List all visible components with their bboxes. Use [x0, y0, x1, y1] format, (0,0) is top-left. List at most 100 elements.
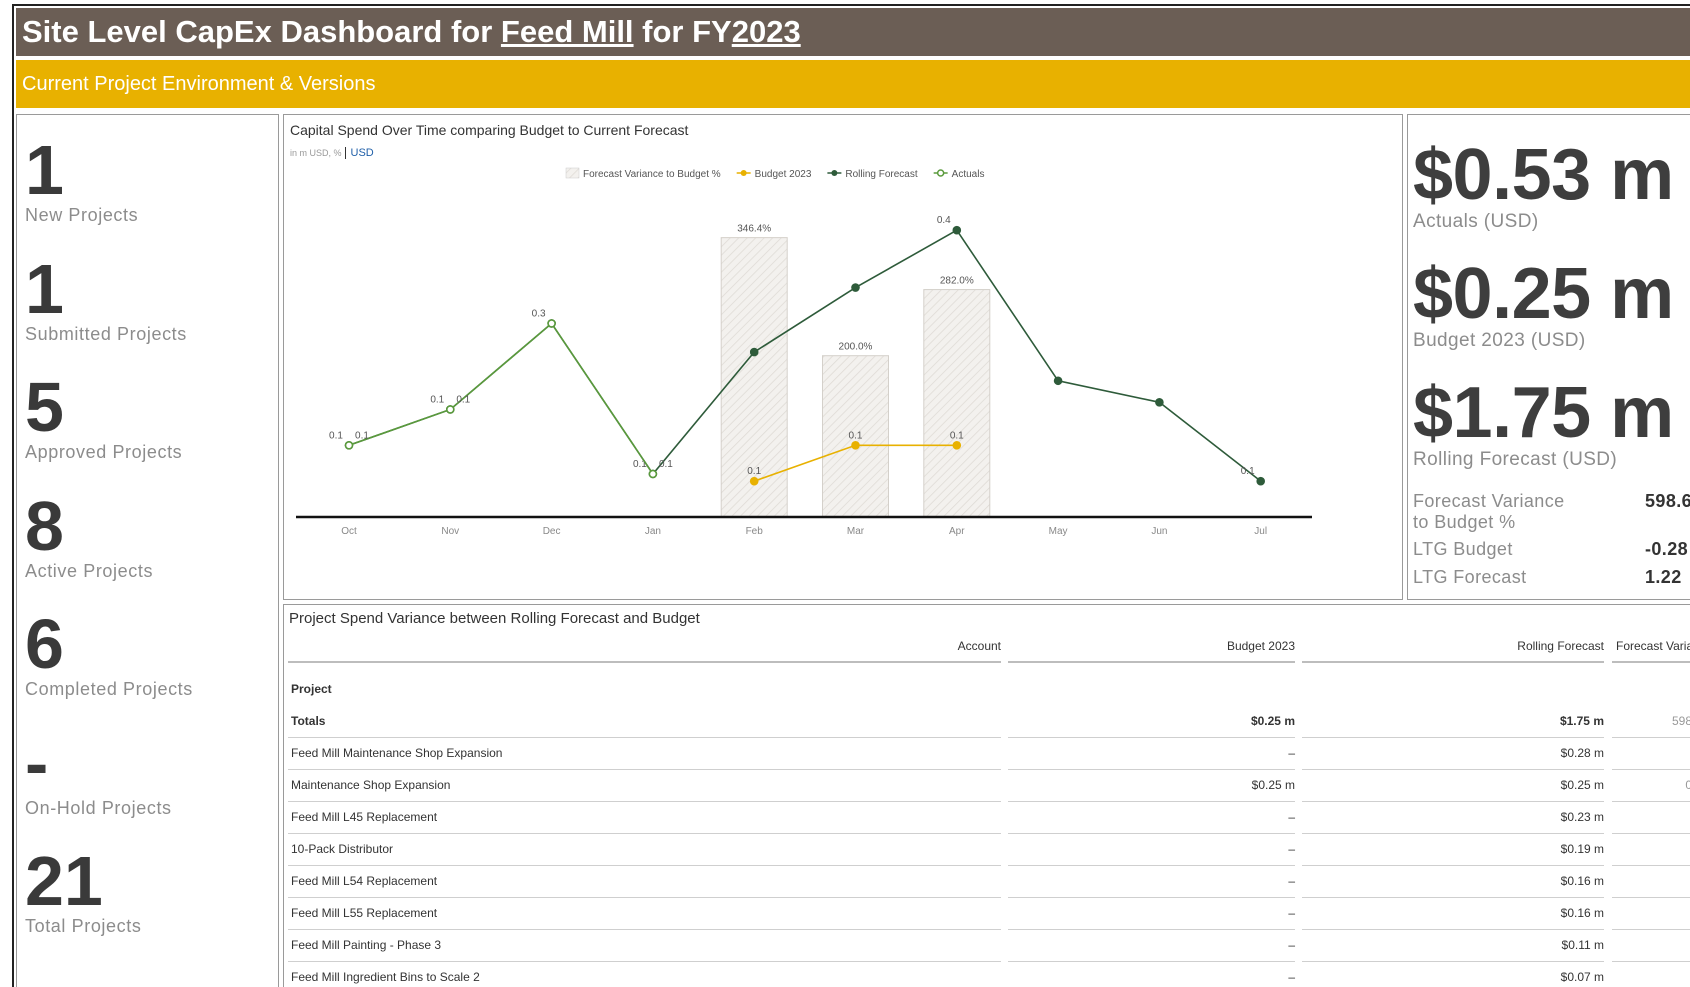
budget-kpi[interactable]: $0.25 m Budget 2023 (USD)	[1413, 258, 1674, 352]
column-header-forecast[interactable]: Rolling Forecast	[1302, 639, 1604, 663]
data-label: 0.1	[633, 459, 647, 470]
kpi-value: -	[25, 724, 49, 802]
kpi-label: Total Projects	[25, 916, 142, 936]
variance-row: Forecast Variance to Budget %	[1413, 491, 1583, 533]
data-point	[952, 440, 962, 450]
x-tick-label: Apr	[949, 526, 965, 537]
column-header-budget[interactable]: Budget 2023	[1008, 639, 1295, 663]
forecast-value: $1.75 m	[1413, 373, 1674, 453]
variance-cell: 0.0	[1612, 770, 1690, 802]
ltg-budget-label: LTG Budget	[1413, 539, 1513, 559]
legend-label: Budget 2023	[755, 169, 812, 180]
data-point	[344, 440, 354, 450]
table-row[interactable]: Totals$0.25 m$1.75 m598.6	[284, 706, 1690, 738]
budget-cell: –	[1008, 866, 1295, 898]
project-name-cell: Feed Mill L54 Replacement	[288, 866, 1001, 898]
x-tick-label: Oct	[341, 526, 357, 537]
kpi-value: 1	[25, 131, 64, 209]
forecast-cell: $0.07 m	[1302, 962, 1604, 987]
capital-spend-chart[interactable]: Capital Spend Over Time comparing Budget…	[283, 114, 1403, 600]
data-point	[446, 405, 455, 414]
project-name-cell: Feed Mill Ingredient Bins to Scale 2	[288, 962, 1001, 987]
kpi-active-projects[interactable]: 8 Active Projects	[25, 491, 153, 582]
data-label: 0.1	[355, 430, 369, 441]
data-label: 0.1	[1241, 466, 1255, 477]
variance-cell	[1612, 962, 1690, 987]
year-filter-link[interactable]: 2023	[732, 14, 801, 49]
forecast-cell: $0.23 m	[1302, 802, 1604, 834]
site-filter-link[interactable]: Feed Mill	[501, 14, 634, 49]
x-tick-label: Jul	[1254, 526, 1267, 537]
title-mid: for FY	[633, 14, 732, 49]
budget-cell: –	[1008, 802, 1295, 834]
data-label: 0.1	[659, 459, 673, 470]
budget-cell: $0.25 m	[1008, 770, 1295, 802]
project-dimension-label[interactable]: Project	[288, 674, 1001, 706]
x-tick-label: May	[1049, 526, 1068, 537]
table-row[interactable]: Feed Mill Painting - Phase 3– $0.11 m	[284, 930, 1690, 962]
actuals-kpi[interactable]: $0.53 m Actuals (USD)	[1413, 139, 1674, 233]
kpi-total-projects[interactable]: 21 Total Projects	[25, 846, 141, 937]
data-point	[1053, 376, 1063, 386]
title-prefix: Site Level CapEx Dashboard for	[22, 14, 501, 49]
table-row[interactable]: Feed Mill Ingredient Bins to Scale 2– $0.…	[284, 962, 1690, 987]
table-row[interactable]: Feed Mill L55 Replacement – $0.16 m	[284, 898, 1690, 930]
variance-cell	[1612, 930, 1690, 962]
forecast-cell: $0.16 m	[1302, 898, 1604, 930]
kpi-completed-projects[interactable]: 6 Completed Projects	[25, 609, 193, 700]
project-name-cell: Maintenance Shop Expansion	[288, 770, 1001, 802]
variance-cell	[1612, 738, 1690, 770]
kpi-label: Submitted Projects	[25, 324, 187, 344]
variance-cell	[1612, 866, 1690, 898]
ltg-forecast-label: LTG Forecast	[1413, 567, 1527, 587]
actuals-value: $0.53 m	[1413, 135, 1674, 215]
budget-value: $0.25 m	[1413, 254, 1674, 334]
data-point	[547, 319, 556, 328]
table-row[interactable]: Feed Mill L45 Replacement – $0.23 m	[284, 802, 1690, 834]
data-label: 0.1	[329, 430, 343, 441]
variance-cell: 598.6	[1612, 706, 1690, 738]
project-count-panel: 1 New Projects 1 Submitted Projects 5 Ap…	[16, 114, 279, 987]
kpi-label: Completed Projects	[25, 679, 193, 699]
x-tick-label: Jun	[1151, 526, 1167, 537]
kpi-new-projects[interactable]: 1 New Projects	[25, 135, 138, 226]
project-name-cell: Feed Mill L45 Replacement	[288, 802, 1001, 834]
table-group-header: Project	[284, 674, 1690, 706]
data-label: 0.1	[456, 394, 470, 405]
project-name-cell: Feed Mill Painting - Phase 3	[288, 930, 1001, 962]
forecast-kpi[interactable]: $1.75 m Rolling Forecast (USD)	[1413, 377, 1674, 471]
section-header: Current Project Environment & Versions	[16, 60, 1690, 108]
table-row[interactable]: 10-Pack Distributor – $0.19 m	[284, 834, 1690, 866]
data-point	[851, 440, 860, 450]
chart-canvas[interactable]: Forecast Variance to Budget % Budget 2023…	[284, 115, 1402, 599]
kpi-label: New Projects	[25, 205, 139, 225]
project-name-cell: Feed Mill Maintenance Shop Expansion	[288, 738, 1001, 770]
data-point	[1155, 397, 1164, 407]
bar-data-label: 282.0%	[940, 276, 974, 287]
forecast-cell: $0.19 m	[1302, 834, 1604, 866]
legend-swatch	[565, 167, 580, 179]
data-label: 0.3	[532, 308, 546, 319]
project-name-cell: Totals	[288, 706, 1001, 738]
column-header-account[interactable]: Account	[288, 639, 1001, 663]
kpi-label: Approved Projects	[25, 442, 183, 462]
kpi-submitted-projects[interactable]: 1 Submitted Projects	[25, 254, 187, 345]
data-label: 0.1	[849, 430, 863, 441]
project-name-cell: Feed Mill L55 Replacement	[288, 898, 1001, 930]
data-label: 0.1	[430, 394, 444, 405]
kpi-value: 1	[25, 250, 64, 328]
column-header-variance[interactable]: Forecast Variance to Budg	[1612, 639, 1690, 663]
ltg-budget-row: LTG Budget -0.28	[1413, 539, 1690, 560]
x-tick-label: Dec	[543, 526, 561, 537]
table-row[interactable]: Feed Mill L54 Replacement – $0.16 m	[284, 866, 1690, 898]
table-row[interactable]: Feed Mill Maintenance Shop Expansion – $0.…	[284, 738, 1690, 770]
bar-data-label: 200.0%	[839, 342, 873, 353]
budget-cell: –	[1008, 898, 1295, 930]
kpi-approved-projects[interactable]: 5 Approved Projects	[25, 372, 182, 463]
legend-swatch	[936, 169, 945, 177]
table-row[interactable]: Maintenance Shop Expansion $0.25 m $0.25 m…	[284, 770, 1690, 802]
kpi-on-hold-projects[interactable]: - On-Hold Projects	[25, 728, 172, 819]
data-point	[749, 476, 759, 486]
budget-cell: $0.25 m	[1008, 706, 1295, 738]
kpi-value: 21	[25, 842, 103, 920]
